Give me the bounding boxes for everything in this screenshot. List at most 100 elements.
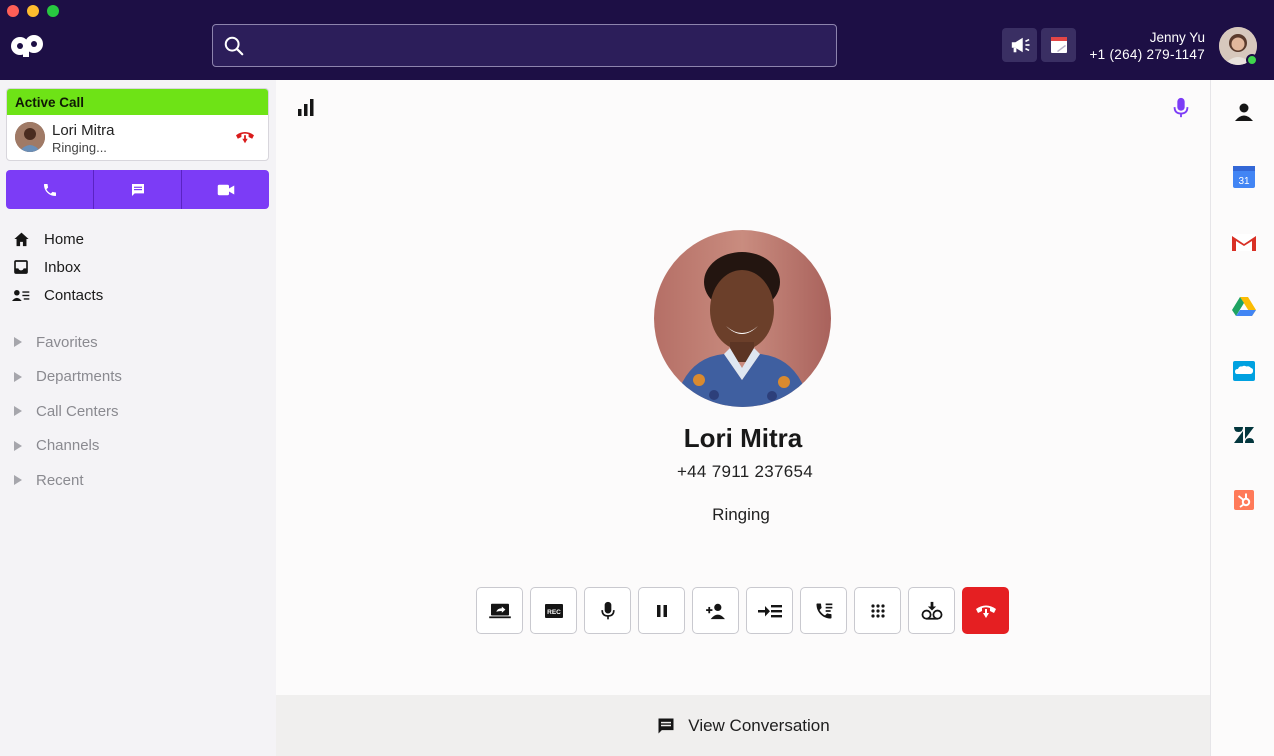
person-icon [1235,103,1253,121]
group-departments[interactable]: Departments [14,360,122,395]
user-phone: +1 (264) 279-1147 [1089,47,1205,62]
chat-icon [658,718,674,733]
inbox-icon [12,258,30,276]
salesforce-icon [1233,361,1255,381]
signal-strength-icon[interactable] [296,98,316,123]
caller-avatar [15,122,45,152]
quick-actions [6,170,269,209]
call-controls: REC [476,587,1009,634]
record-button[interactable]: REC [530,587,577,634]
expand-arrow-icon [14,475,22,486]
transfer-icon [757,604,782,617]
call-button[interactable] [6,170,94,209]
main-nav: Home Inbox Contacts [12,225,103,309]
nav-item-contacts[interactable]: Contacts [12,281,103,309]
search-icon [224,36,244,55]
sidebar-hang-up-button[interactable] [234,128,256,151]
view-conversation-label: View Conversation [688,715,830,735]
close-window-button[interactable] [7,5,19,17]
search-input[interactable] [253,37,813,54]
voicemail-drop-button[interactable] [908,587,955,634]
active-call-card[interactable]: Active Call Lori Mitra Ringing... [6,88,269,161]
gmail-icon [1232,234,1256,251]
call-queue-button[interactable] [800,587,847,634]
nav-item-label: Home [44,230,85,248]
nav-item-home[interactable]: Home [12,225,103,253]
screen-share-icon [488,603,511,618]
megaphone-icon [1011,37,1030,53]
zendesk-icon [1234,427,1254,443]
presence-indicator [1246,54,1258,66]
mute-icon [600,601,615,619]
microphone-status-icon[interactable] [1172,97,1190,124]
phone-icon [43,183,56,196]
gmail-button[interactable] [1231,229,1257,255]
zendesk-button[interactable] [1231,422,1257,448]
announcements-button[interactable] [1002,28,1037,62]
salesforce-button[interactable] [1231,358,1257,384]
sidebar: Active Call Lori Mitra Ringing... Home I… [0,80,276,756]
record-icon: REC [544,603,563,618]
notepad-icon [1050,37,1067,53]
group-favorites[interactable]: Favorites [14,325,122,360]
zoom-window-button[interactable] [47,5,59,17]
home-icon [12,230,30,248]
integrations-rail: 31 [1210,80,1274,756]
mute-button[interactable] [584,587,631,634]
nav-item-inbox[interactable]: Inbox [12,253,103,281]
window-controls [7,5,59,17]
call-queue-icon [816,603,832,618]
message-button[interactable] [94,170,182,209]
group-label: Departments [36,368,122,386]
group-channels[interactable]: Channels [14,429,122,464]
keypad-icon [870,603,885,618]
callee-avatar [654,230,831,407]
contacts-icon [12,286,30,304]
end-call-button[interactable] [962,587,1009,634]
top-bar: Jenny Yu +1 (264) 279-1147 [0,0,1274,80]
hubspot-icon [1234,490,1254,510]
video-button[interactable] [182,170,269,209]
group-label: Channels [36,437,100,455]
google-calendar-icon: 31 [1233,166,1255,188]
message-icon [131,183,144,196]
hold-button[interactable] [638,587,685,634]
nav-item-label: Contacts [44,286,104,304]
hubspot-button[interactable] [1231,487,1257,513]
app-logo-icon[interactable] [10,33,46,59]
voicemail-icon [921,601,942,620]
active-call-name: Lori Mitra [52,122,115,139]
expand-arrow-icon [14,371,22,382]
callee-phone: +44 7911 237654 [676,462,814,481]
google-drive-icon [1232,296,1256,316]
callee-name: Lori Mitra [683,423,803,453]
group-label: Recent [36,471,84,489]
view-conversation-button[interactable]: View Conversation [276,695,1210,756]
hold-icon [656,604,667,617]
sidebar-groups: Favorites Departments Call Centers Chann… [14,325,122,498]
add-participant-button[interactable] [692,587,739,634]
expand-arrow-icon [14,337,22,348]
minimize-window-button[interactable] [27,5,39,17]
screen-share-button[interactable] [476,587,523,634]
expand-arrow-icon [14,440,22,451]
user-name: Jenny Yu [1149,30,1205,45]
notes-button[interactable] [1041,28,1076,62]
add-person-icon [705,603,725,619]
expand-arrow-icon [14,406,22,417]
google-drive-button[interactable] [1231,293,1257,319]
call-status: Ringing [712,505,770,524]
nav-item-label: Inbox [44,258,81,276]
active-call-header: Active Call [7,89,268,115]
transfer-button[interactable] [746,587,793,634]
search-bar[interactable] [212,24,837,67]
google-calendar-button[interactable]: 31 [1231,164,1257,190]
svg-text:REC: REC [547,609,561,616]
active-call-status: Ringing... [52,140,107,155]
group-call-centers[interactable]: Call Centers [14,394,122,429]
contact-details-button[interactable] [1231,99,1257,125]
hang-up-icon [236,132,254,144]
call-panel: Lori Mitra +44 7911 237654 Ringing REC V… [276,80,1210,756]
group-recent[interactable]: Recent [14,463,122,498]
keypad-button[interactable] [854,587,901,634]
